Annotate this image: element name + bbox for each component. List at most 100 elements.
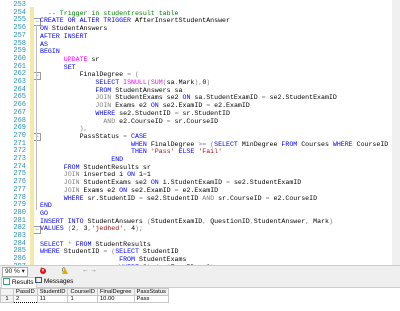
- code-line[interactable]: WHERE sr.StudentID = se2.StudentID AND s…: [40, 195, 317, 203]
- tab-messages[interactable]: Messages: [34, 277, 75, 287]
- code-line[interactable]: CREATE OR ALTER TRIGGER AfterInsertStude…: [40, 17, 230, 25]
- code-token: Courses: [301, 140, 333, 148]
- code-token: Mark: [313, 217, 329, 225]
- code-line[interactable]: WHERE StudentID = (SELECT StudentID: [40, 248, 179, 256]
- code-line[interactable]: VALUES (2, 3,'jedhed', 4);: [40, 225, 143, 233]
- code-line[interactable]: END: [40, 156, 123, 164]
- code-line[interactable]: GO: [40, 210, 48, 218]
- grid-header-row: PassID StudentID CourseID FinalDegree Pa…: [0, 288, 169, 296]
- code-line[interactable]: INSERT INTO StudentAnswers (StudentExamI…: [40, 218, 333, 226]
- code-token: ISNULL: [123, 79, 147, 86]
- code-token: StudentAnswers: [51, 25, 108, 33]
- code-line[interactable]: SELECT * FROM StudentResults: [40, 241, 151, 249]
- code-line[interactable]: FROM StudentResults sr: [40, 164, 151, 172]
- code-token: QuestionID: [210, 217, 250, 225]
- results-grid[interactable]: PassID StudentID CourseID FinalDegree Pa…: [0, 288, 400, 311]
- code-line[interactable]: JOIN inserted i ON 1=1: [40, 171, 151, 179]
- code-line[interactable]: FROM StudentAnswers sa: [40, 87, 182, 95]
- code-line[interactable]: JOIN Exams e2 ON se2.ExamID = e2.ExamID: [40, 102, 249, 110]
- code-line[interactable]: WHEN FinalDegree >= (SELECT MinDegree FR…: [40, 141, 400, 149]
- code-token: FROM: [281, 140, 302, 148]
- code-token: StudentResults sr: [83, 163, 151, 171]
- code-token: =: [174, 186, 183, 194]
- code-token: CASE: [131, 132, 147, 140]
- column-header[interactable]: StudentID: [36, 288, 69, 296]
- code-line[interactable]: PassStatus = CASE: [40, 133, 147, 141]
- code-token: sr.StudentID: [87, 194, 139, 202]
- code-token: ON: [127, 171, 139, 179]
- table-cell[interactable]: 2: [13, 295, 38, 303]
- code-token: Exams e2: [115, 102, 151, 110]
- column-header[interactable]: PassStatus: [133, 288, 169, 296]
- code-token: se2.ExamID: [131, 186, 175, 194]
- code-token: e2.CourseID: [119, 117, 167, 125]
- code-line[interactable]: BEGIN: [40, 48, 60, 56]
- table-cell[interactable]: 1: [67, 295, 98, 303]
- code-token: i.StudentExamID: [162, 179, 227, 187]
- messages-icon: [35, 277, 42, 283]
- code-line[interactable]: FROM StudentExams: [40, 256, 186, 264]
- nav-arrows[interactable]: ← →: [82, 267, 97, 274]
- code-token: );: [135, 225, 143, 233]
- code-line[interactable]: JOIN StudentExams se2 ON i.StudentExamID…: [40, 179, 301, 187]
- warning-indicator[interactable]: 0: [62, 267, 68, 274]
- column-header[interactable]: CourseID: [67, 288, 98, 296]
- code-line[interactable]: THEN 'Pass' ELSE 'Fail': [40, 148, 222, 156]
- code-line[interactable]: SELECT ISNULL(SUM(sa.Mark),0): [40, 79, 210, 87]
- code-line[interactable]: FinalDegree = (: [40, 71, 139, 79]
- code-line[interactable]: WHERE se2.StudentID = sr.StudentID: [40, 110, 230, 118]
- table-row[interactable]: 1 2 11 1 10.00 Pass: [0, 295, 169, 303]
- code-line[interactable]: SET: [40, 64, 76, 72]
- code-token: JOIN: [63, 179, 84, 187]
- tab-results-label: Results: [11, 279, 34, 286]
- code-token: StudentExams: [138, 256, 187, 264]
- row-number[interactable]: 1: [0, 295, 14, 303]
- code-token: =: [166, 117, 175, 125]
- code-line[interactable]: END: [40, 202, 52, 210]
- code-line[interactable]: UPDATE sr: [40, 56, 100, 64]
- code-token: ,: [202, 217, 211, 225]
- code-line[interactable]: AS: [40, 41, 48, 49]
- column-header[interactable]: PassID: [13, 288, 38, 296]
- code-line[interactable]: ON StudentAnswers: [40, 25, 107, 33]
- code-token: ): [328, 217, 333, 225]
- code-token: *: [67, 240, 76, 248]
- zoom-select[interactable]: 90 % ▾: [2, 267, 28, 277]
- code-token: StudentExams se2: [83, 179, 151, 187]
- code-line[interactable]: ),: [40, 125, 88, 133]
- code-token: =: [261, 94, 270, 102]
- code-token: JOIN: [95, 94, 116, 102]
- table-cell[interactable]: 11: [36, 295, 69, 303]
- grid-corner[interactable]: [0, 288, 14, 296]
- fold-guide: [36, 25, 37, 210]
- code-token: ELSE: [178, 148, 199, 156]
- table-cell[interactable]: Pass: [133, 295, 169, 303]
- code-line[interactable]: JOIN Exams e2 ON se2.ExamID = e2.ExamID: [40, 187, 218, 195]
- code-token: CREATE OR ALTER TRIGGER: [40, 17, 135, 25]
- code-token: SELECT: [214, 140, 242, 148]
- code-line[interactable]: -- Trigger in studentresult table: [40, 10, 179, 18]
- code-token: -- Trigger in studentresult table: [40, 9, 179, 17]
- code-line[interactable]: JOIN StudentExams se2 ON sa.StudentExamI…: [40, 94, 336, 102]
- code-token: StudentID: [142, 248, 179, 256]
- code-token: se2.StudentID: [119, 109, 175, 117]
- column-header[interactable]: FinalDegree: [96, 288, 135, 296]
- tab-results[interactable]: Results: [1, 277, 37, 288]
- code-token: e2.ExamID: [182, 186, 219, 194]
- code-token: Exams e2: [83, 186, 120, 194]
- vertical-scrollbar[interactable]: [392, 0, 400, 265]
- error-indicator[interactable]: × 1: [40, 267, 46, 274]
- table-cell[interactable]: 10.00: [96, 295, 135, 303]
- sql-editor[interactable]: 253 254 255 256 257 258 259 260 261 262 263 264 265 2…: [0, 0, 400, 265]
- code-token: ON: [150, 102, 163, 110]
- code-line[interactable]: AFTER INSERT: [40, 33, 87, 41]
- code-token: ON: [182, 94, 195, 102]
- code-line[interactable]: AND e2.CourseID = sr.CourseID: [40, 118, 218, 126]
